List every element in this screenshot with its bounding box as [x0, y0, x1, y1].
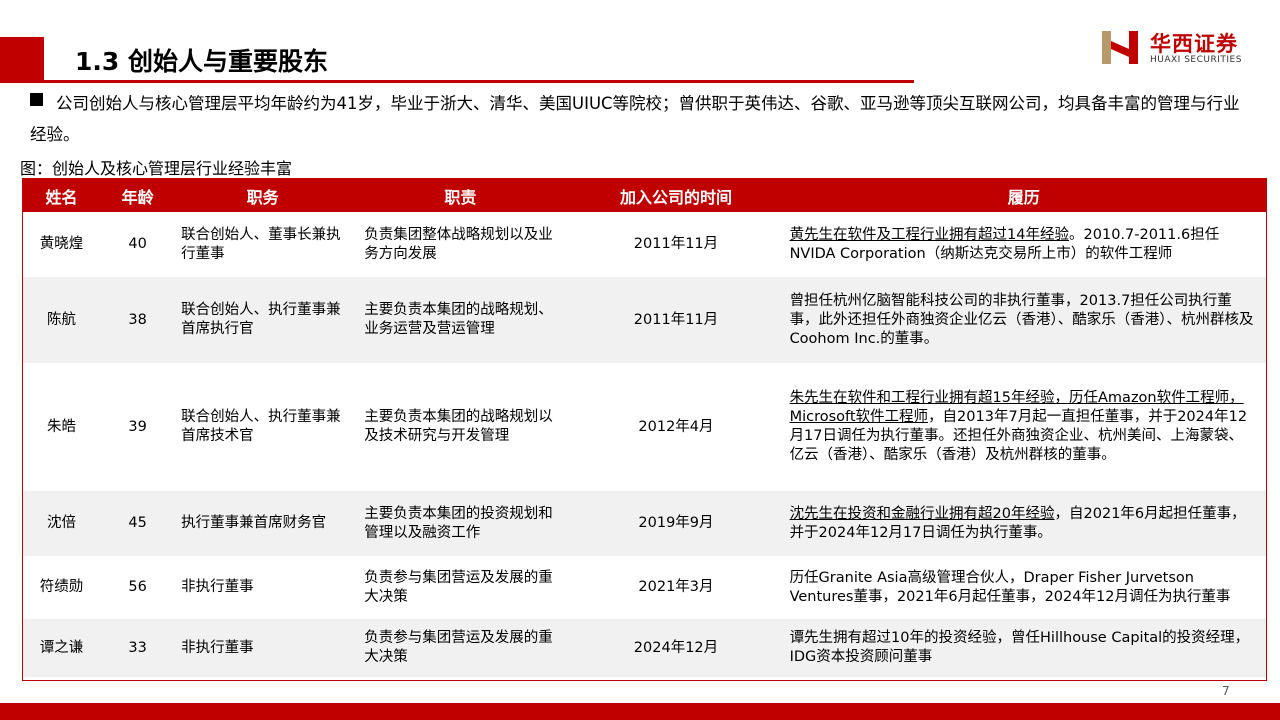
title-accent-block	[0, 37, 44, 83]
cell-joined: 2021年3月	[570, 556, 782, 619]
table-row: 符绩勋 56 非执行董事 负责参与集团营运及发展的重大决策 2021年3月 历任…	[23, 556, 1266, 619]
cell-age: 56	[100, 556, 176, 619]
cell-name: 朱皓	[23, 363, 101, 491]
header-duty: 职责	[350, 179, 571, 212]
cell-duty: 负责集团整体战略规划以及业务方向发展	[350, 212, 571, 277]
cell-title: 联合创始人、执行董事兼首席执行官	[175, 277, 351, 363]
cell-title: 非执行董事	[175, 556, 351, 619]
cell-joined: 2024年12月	[570, 619, 782, 677]
cell-bio: 曾担任杭州亿脑智能科技公司的非执行董事，2013.7担任公司执行董事，此外还担任…	[781, 277, 1266, 363]
cell-name: 符绩勋	[23, 556, 101, 619]
title-divider	[44, 80, 914, 83]
cell-title: 联合创始人、董事长兼执行董事	[175, 212, 351, 277]
table-row: 陈航 38 联合创始人、执行董事兼首席执行官 主要负责本集团的战略规划、业务运营…	[23, 277, 1266, 363]
cell-joined: 2012年4月	[570, 363, 782, 491]
page-number: 7	[1222, 684, 1230, 698]
cell-age: 40	[100, 212, 176, 277]
bio-highlight: 沈先生在投资和金融行业拥有超20年经验	[789, 505, 1055, 522]
cell-title: 非执行董事	[175, 619, 351, 677]
cell-duty: 主要负责本集团的战略规划、业务运营及营运管理	[350, 277, 571, 363]
cell-duty: 负责参与集团营运及发展的重大决策	[350, 556, 571, 619]
cell-name: 沈倍	[23, 491, 101, 556]
bio-highlight: 黄先生在软件及工程行业拥有超过14年经验	[789, 226, 1070, 243]
header-age: 年龄	[100, 179, 176, 212]
management-table: 姓名 年龄 职务 职责 加入公司的时间 履历 黄晓煌 40 联合创始人、董事长兼…	[22, 178, 1267, 681]
cell-age: 39	[100, 363, 176, 491]
footer-bar	[0, 703, 1280, 720]
table-row: 谭之谦 33 非执行董事 负责参与集团营运及发展的重大决策 2024年12月 谭…	[23, 619, 1266, 677]
cell-title: 执行董事兼首席财务官	[175, 491, 351, 556]
table-header-row: 姓名 年龄 职务 职责 加入公司的时间 履历	[23, 179, 1266, 212]
header-joined: 加入公司的时间	[570, 179, 782, 212]
huaxi-logo-icon	[1102, 31, 1138, 64]
logo-chinese-name: 华西证券	[1150, 32, 1238, 56]
header-title: 职务	[175, 179, 351, 212]
cell-name: 谭之谦	[23, 619, 101, 677]
cell-title: 联合创始人、执行董事兼首席技术官	[175, 363, 351, 491]
page-title: 1.3 创始人与重要股东	[75, 47, 328, 76]
bio-text: 曾担任杭州亿脑智能科技公司的非执行董事，2013.7担任公司执行董事，此外还担任…	[789, 292, 1254, 347]
header-name: 姓名	[23, 179, 101, 212]
cell-joined: 2019年9月	[570, 491, 782, 556]
logo-english-name: HUAXI SECURITIES	[1150, 55, 1242, 65]
cell-duty: 主要负责本集团的投资规划和管理以及融资工作	[350, 491, 571, 556]
bio-text: 谭先生拥有超过10年的投资经验，曾任Hillhouse Capital的投资经理…	[789, 630, 1250, 665]
cell-joined: 2011年11月	[570, 212, 782, 277]
cell-bio: 沈先生在投资和金融行业拥有超20年经验，自2021年6月起担任董事，并于2024…	[781, 491, 1266, 556]
cell-age: 38	[100, 277, 176, 363]
table-row: 朱皓 39 联合创始人、执行董事兼首席技术官 主要负责本集团的战略规划以及技术研…	[23, 363, 1266, 491]
company-logo: 华西证券 HUAXI SECURITIES	[1100, 27, 1260, 69]
table-row: 黄晓煌 40 联合创始人、董事长兼执行董事 负责集团整体战略规划以及业务方向发展…	[23, 212, 1266, 277]
cell-joined: 2011年11月	[570, 277, 782, 363]
bio-text: 历任Granite Asia高级管理合伙人，Draper Fisher Jurv…	[789, 569, 1231, 605]
cell-bio: 历任Granite Asia高级管理合伙人，Draper Fisher Jurv…	[781, 556, 1266, 619]
cell-name: 黄晓煌	[23, 212, 101, 277]
header-bio: 履历	[781, 179, 1266, 212]
cell-age: 33	[100, 619, 176, 677]
cell-age: 45	[100, 491, 176, 556]
intro-paragraph: 公司创始人与核心管理层平均年龄约为41岁，毕业于浙大、清华、美国UIUC等院校；…	[30, 94, 1240, 144]
cell-bio: 朱先生在软件和工程行业拥有超15年经验，历任Amazon软件工程师，Micros…	[781, 363, 1266, 491]
table-row: 沈倍 45 执行董事兼首席财务官 主要负责本集团的投资规划和管理以及融资工作 2…	[23, 491, 1266, 556]
table-caption: 图：创始人及核心管理层行业经验丰富	[20, 159, 293, 178]
cell-bio: 谭先生拥有超过10年的投资经验，曾任Hillhouse Capital的投资经理…	[781, 619, 1266, 677]
cell-bio: 黄先生在软件及工程行业拥有超过14年经验。2010.7-2011.6担任NVID…	[781, 212, 1266, 277]
cell-duty: 主要负责本集团的战略规划以及技术研究与开发管理	[350, 363, 571, 491]
cell-duty: 负责参与集团营运及发展的重大决策	[350, 619, 571, 677]
cell-name: 陈航	[23, 277, 101, 363]
